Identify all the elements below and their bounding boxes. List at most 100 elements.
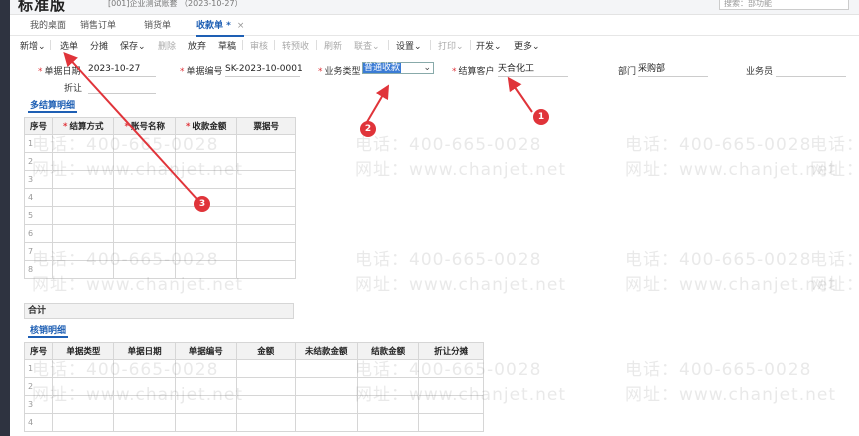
convert-prepay-button[interactable]: 转预收 <box>282 39 309 52</box>
table-cell[interactable] <box>113 359 176 378</box>
table-cell[interactable] <box>113 170 176 189</box>
table-cell[interactable] <box>235 395 296 414</box>
table-row[interactable]: 4 <box>23 413 484 432</box>
table-cell[interactable] <box>113 134 176 153</box>
settlement-col-header[interactable]: * 收款金额 <box>174 117 238 135</box>
print-button[interactable]: 打印⌄ <box>438 39 464 52</box>
audit-button[interactable]: 审核 <box>250 39 268 52</box>
table-cell[interactable] <box>174 377 237 396</box>
table-cell[interactable] <box>113 395 176 414</box>
tab-desktop[interactable]: 我的桌面 <box>30 19 66 35</box>
table-cell[interactable] <box>418 413 484 432</box>
table-cell[interactable] <box>418 359 484 378</box>
table-cell[interactable] <box>174 359 237 378</box>
close-icon[interactable]: × <box>237 21 245 31</box>
table-cell[interactable] <box>113 413 176 432</box>
table-cell[interactable] <box>52 395 115 414</box>
table-row[interactable]: 2 <box>23 377 484 396</box>
date-field[interactable]: 2023-10-27 <box>88 63 156 77</box>
table-cell[interactable] <box>52 413 115 432</box>
writeoff-col-header[interactable]: 单据编号 <box>174 342 237 360</box>
settings-button[interactable]: 设置⌄ <box>396 39 422 52</box>
table-cell[interactable] <box>235 377 296 396</box>
tab-sales-delivery[interactable]: 销货单 <box>144 19 171 35</box>
table-cell[interactable] <box>236 206 296 225</box>
draft-button[interactable]: 草稿 <box>218 39 236 52</box>
query-button[interactable]: 联查⌄ <box>354 39 380 52</box>
table-cell[interactable] <box>236 260 296 279</box>
table-cell[interactable] <box>51 188 115 207</box>
tab-receipt[interactable]: 收款单 * × <box>196 19 245 37</box>
writeoff-section-title[interactable]: 核销明细 <box>28 323 69 338</box>
table-cell[interactable] <box>113 224 176 243</box>
table-cell[interactable] <box>174 395 237 414</box>
table-cell[interactable] <box>174 242 238 261</box>
table-cell[interactable] <box>51 224 115 243</box>
table-cell[interactable] <box>236 170 296 189</box>
table-cell[interactable] <box>51 170 115 189</box>
table-row[interactable]: 7 <box>24 242 296 261</box>
table-cell[interactable] <box>235 359 296 378</box>
table-cell[interactable] <box>174 170 238 189</box>
writeoff-col-header[interactable]: 未结款金额 <box>294 342 359 360</box>
split-button[interactable]: 分摊 <box>90 39 108 52</box>
table-row[interactable]: 3 <box>24 170 296 189</box>
table-cell[interactable] <box>51 152 115 171</box>
table-row[interactable]: 4 <box>24 188 296 207</box>
search-input[interactable]: 搜索：部功能 <box>719 0 849 10</box>
refresh-button[interactable]: 刷新 <box>324 39 342 52</box>
table-cell[interactable] <box>51 134 115 153</box>
settlement-section-title[interactable]: 多结算明细 <box>28 98 78 113</box>
table-cell[interactable] <box>113 188 176 207</box>
writeoff-col-header[interactable]: 单据类型 <box>52 342 115 360</box>
table-cell[interactable] <box>236 224 296 243</box>
develop-button[interactable]: 开发⌄ <box>476 39 502 52</box>
table-row[interactable]: 6 <box>24 224 296 243</box>
save-button[interactable]: 保存⌄ <box>120 39 146 52</box>
table-cell[interactable] <box>357 377 420 396</box>
table-cell[interactable] <box>174 134 238 153</box>
table-cell[interactable] <box>113 377 176 396</box>
table-row[interactable]: 1 <box>24 134 296 153</box>
salesman-field[interactable] <box>776 63 846 77</box>
table-cell[interactable] <box>51 206 115 225</box>
delete-button[interactable]: 删除 <box>158 39 176 52</box>
table-cell[interactable] <box>113 152 176 171</box>
discard-button[interactable]: 放弃 <box>188 39 206 52</box>
table-row[interactable]: 3 <box>23 395 484 414</box>
table-cell[interactable] <box>51 242 115 261</box>
table-cell[interactable] <box>418 377 484 396</box>
table-cell[interactable] <box>235 413 296 432</box>
table-cell[interactable] <box>236 242 296 261</box>
table-cell[interactable] <box>357 413 420 432</box>
settlement-col-header[interactable]: 序号 <box>24 117 53 135</box>
table-row[interactable]: 5 <box>24 206 296 225</box>
docno-field[interactable]: SK-2023-10-0001 <box>225 63 303 77</box>
table-cell[interactable] <box>113 260 176 279</box>
table-cell[interactable] <box>52 377 115 396</box>
settlement-col-header[interactable]: * 账号名称 <box>113 117 176 135</box>
table-row[interactable]: 2 <box>24 152 296 171</box>
writeoff-col-header[interactable]: 单据日期 <box>113 342 176 360</box>
table-cell[interactable] <box>294 395 359 414</box>
table-cell[interactable] <box>418 395 484 414</box>
table-cell[interactable] <box>236 152 296 171</box>
table-cell[interactable] <box>174 152 238 171</box>
tab-sales-order[interactable]: 销售订单 <box>80 19 116 35</box>
table-cell[interactable] <box>113 206 176 225</box>
table-cell[interactable] <box>174 413 237 432</box>
more-button[interactable]: 更多⌄ <box>514 39 540 52</box>
table-cell[interactable] <box>236 188 296 207</box>
writeoff-col-header[interactable]: 金额 <box>235 342 296 360</box>
dept-field[interactable]: 采购部 <box>638 63 708 77</box>
table-cell[interactable] <box>51 260 115 279</box>
table-cell[interactable] <box>294 413 359 432</box>
discount-field[interactable] <box>88 80 156 94</box>
writeoff-col-header[interactable]: 折让分摊 <box>418 342 484 360</box>
new-button[interactable]: 新增⌄ <box>20 39 46 52</box>
settlement-col-header[interactable]: 票据号 <box>236 117 296 135</box>
table-cell[interactable] <box>174 260 238 279</box>
table-row[interactable]: 1 <box>23 359 484 378</box>
table-cell[interactable] <box>294 359 359 378</box>
table-cell[interactable] <box>357 359 420 378</box>
